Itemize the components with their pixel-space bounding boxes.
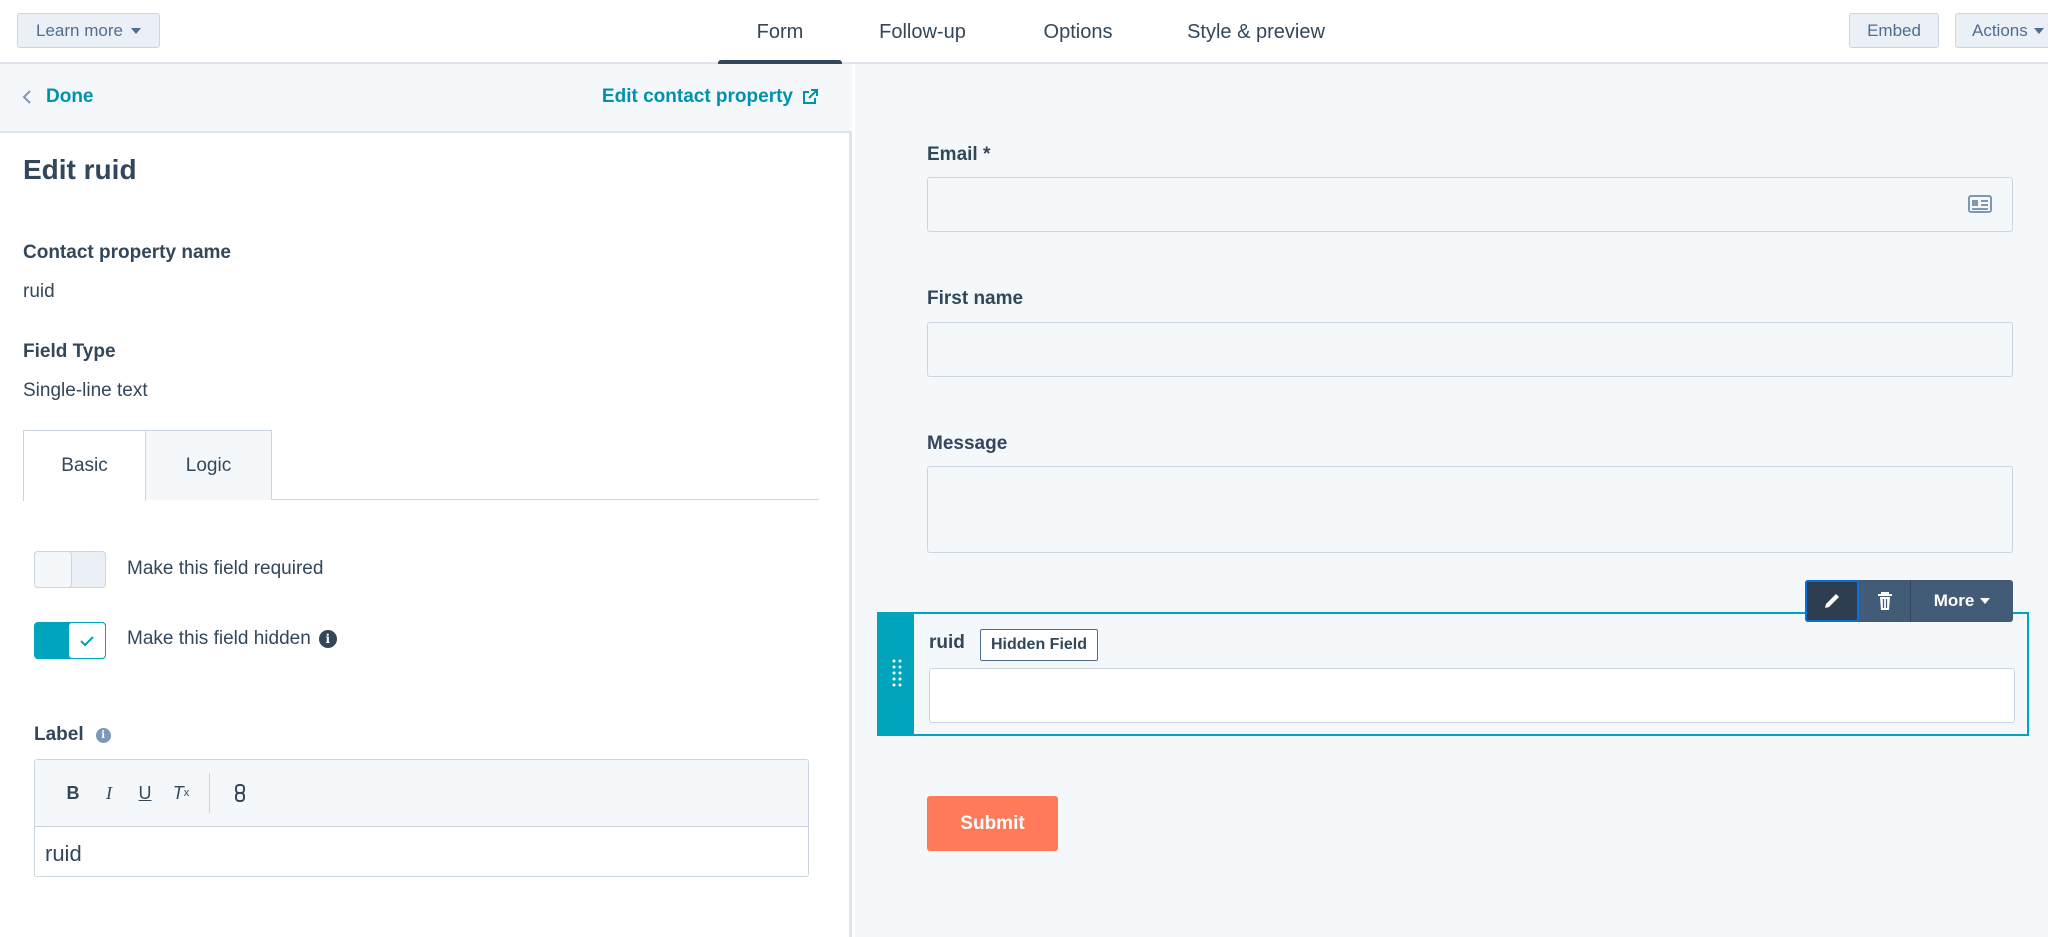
submit-button[interactable]: Submit (927, 796, 1058, 851)
hidden-field-input[interactable] (929, 668, 2015, 723)
tab-form[interactable]: Form (718, 0, 842, 66)
tab-style-preview[interactable]: Style & preview (1153, 0, 1359, 64)
more-label: More (1933, 591, 1975, 610)
delete-field-button[interactable] (1859, 580, 1911, 622)
tab-options[interactable]: Options (1003, 0, 1153, 64)
trash-icon (1877, 592, 1892, 610)
hidden-label-text: Make this field hidden (127, 628, 311, 649)
done-label: Done (46, 86, 94, 107)
edit-field-button[interactable] (1805, 580, 1859, 622)
tab-basic-label: Basic (61, 455, 108, 476)
required-toggle-label: Make this field required (127, 558, 323, 580)
edit-contact-property-link[interactable]: Edit contact property (602, 86, 819, 108)
first-name-label: First name (927, 288, 1024, 309)
label-rich-text-editor: B I U Tx ruid (34, 759, 809, 877)
message-label: Message (927, 433, 1008, 454)
property-name-value: ruid (23, 281, 55, 302)
form-preview: Email * First name Message ruid Hidden F… (855, 64, 2048, 937)
hidden-field-body: ruid Hidden Field (914, 614, 2027, 734)
actions-button[interactable]: Actions (1955, 13, 2048, 48)
tab-style-preview-label: Style & preview (1187, 20, 1325, 43)
checkmark-icon (80, 635, 94, 646)
selected-hidden-field[interactable]: ruid Hidden Field (877, 612, 2029, 736)
bold-icon: B (66, 782, 80, 803)
hidden-field-badge: Hidden Field (980, 629, 1098, 661)
first-name-input[interactable] (927, 322, 2013, 377)
field-action-toolbar: More (1805, 580, 2013, 622)
edit-contact-property-label: Edit contact property (601, 86, 793, 107)
hidden-field-label: ruid (929, 632, 965, 653)
label-editor-content[interactable]: ruid (35, 827, 808, 881)
caret-down-icon (1980, 598, 1991, 604)
underline-icon: U (138, 782, 152, 803)
toggle-knob (68, 622, 106, 659)
done-link[interactable]: Done (22, 86, 94, 108)
clear-format-button[interactable]: Tx (163, 775, 199, 811)
hidden-toggle[interactable] (34, 622, 106, 659)
learn-more-label: Learn more (36, 20, 123, 40)
drag-grip-icon (892, 659, 901, 687)
top-nav: Learn more Form Follow-up Options Style … (0, 0, 2048, 66)
label-heading: Label i (34, 724, 111, 746)
caret-down-icon (2033, 27, 2044, 34)
chevron-left-icon (22, 90, 31, 104)
learn-more-button[interactable]: Learn more (17, 13, 160, 48)
toggle-knob (34, 551, 72, 588)
tab-options-label: Options (1043, 20, 1113, 43)
field-type-value: Single-line text (23, 380, 148, 401)
underline-button[interactable]: U (127, 775, 163, 811)
field-type-label: Field Type (23, 341, 116, 362)
panel-subheader: Done Edit contact property (0, 64, 852, 133)
tab-follow-up-label: Follow-up (879, 20, 966, 43)
contact-card-icon (1968, 195, 1992, 213)
info-icon[interactable]: i (95, 727, 111, 743)
rich-text-toolbar: B I U Tx (35, 760, 808, 827)
email-label: Email * (927, 144, 991, 165)
email-input[interactable] (927, 177, 2013, 232)
embed-label: Embed (1867, 20, 1921, 40)
toolbar-divider (209, 773, 210, 813)
pencil-icon (1825, 594, 1839, 608)
tab-basic[interactable]: Basic (23, 430, 146, 501)
italic-icon: I (106, 782, 112, 803)
more-actions-button[interactable]: More (1911, 580, 2013, 622)
bold-button[interactable]: B (55, 775, 91, 811)
clear-format-icon: T (172, 782, 184, 803)
edit-field-panel: Done Edit contact property Edit ruid Con… (0, 64, 852, 937)
required-toggle[interactable] (34, 551, 106, 588)
page-title: Edit ruid (23, 154, 137, 185)
tab-follow-up[interactable]: Follow-up (842, 0, 1003, 64)
drag-handle[interactable] (879, 614, 914, 734)
embed-button[interactable]: Embed (1849, 13, 1939, 48)
actions-label: Actions (1972, 20, 2028, 40)
tab-logic[interactable]: Logic (146, 430, 272, 500)
link-icon (235, 784, 245, 802)
message-textarea[interactable] (927, 466, 2013, 553)
required-label-text: Make this field required (127, 558, 324, 579)
label-heading-text: Label (34, 724, 84, 745)
external-link-icon (803, 89, 818, 104)
link-button[interactable] (222, 775, 258, 811)
field-settings-tabs: Basic Logic (23, 430, 819, 501)
italic-button[interactable]: I (91, 775, 127, 811)
info-icon[interactable]: i (318, 630, 337, 648)
editor-tabs: Form Follow-up Options Style & preview (718, 0, 1359, 66)
tab-logic-label: Logic (185, 454, 232, 476)
property-name-label: Contact property name (23, 242, 231, 263)
hidden-toggle-label: Make this field hidden i (127, 628, 337, 650)
caret-down-icon (130, 27, 141, 34)
tab-form-label: Form (756, 20, 804, 43)
